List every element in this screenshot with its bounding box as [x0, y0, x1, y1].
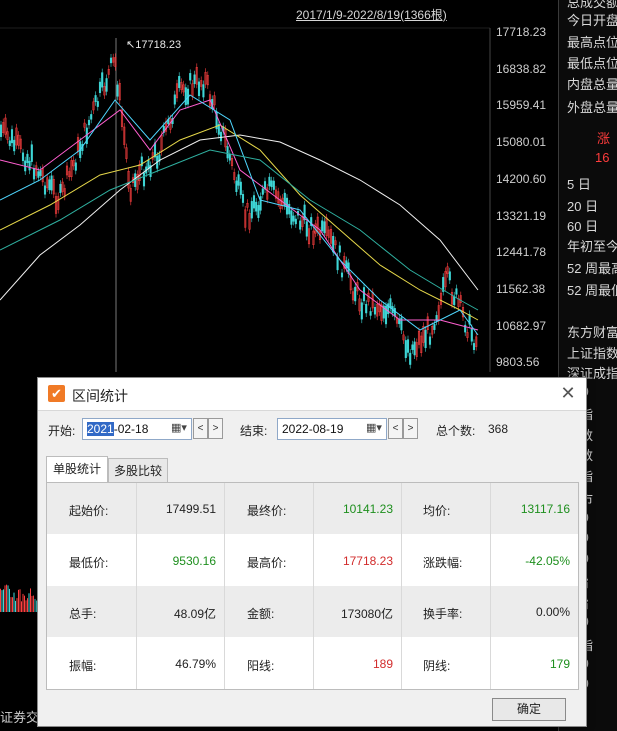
side-panel-item: 最低点位: [567, 56, 617, 71]
end-label: 结束:: [240, 424, 268, 438]
axis-tick-label: 16838.82: [496, 61, 547, 76]
stat-label: 起始价:: [69, 504, 109, 518]
axis-tick-label: 9803.56: [496, 355, 540, 370]
start-date-field[interactable]: 2021-02-18 ▦▾: [82, 418, 192, 440]
dialog-titlebar[interactable]: ✔ 区间统计 ✕: [38, 378, 586, 411]
tab-single-stock[interactable]: 单股统计: [46, 456, 108, 483]
stat-value: 9530.16: [172, 553, 216, 568]
stat-value: 189: [372, 656, 393, 671]
stat-value: 10141.23: [342, 502, 393, 516]
stats-panel: 起始价: 17499.51 最终价: 10141.23 均价: 13117.16 最低价: 9…: [46, 482, 579, 690]
side-panel-item: 内盘总量: [567, 77, 617, 92]
side-panel-item: 52 周最高: [567, 261, 617, 276]
ok-button[interactable]: 确定: [492, 698, 566, 721]
stat-value: 48.09亿: [173, 607, 216, 621]
stat-value: 17499.51: [165, 502, 216, 516]
axis-tick-label: 14200.60: [496, 171, 547, 186]
side-panel-item: 最高点位: [567, 35, 617, 50]
stat-value: 13117.16: [520, 502, 570, 516]
peak-price-label: ↖17718.23: [126, 39, 182, 51]
side-panel-item: 外盘总量: [567, 100, 617, 115]
axis-tick-label: 12441.78: [496, 245, 547, 260]
stat-value: 17718.23: [342, 553, 393, 568]
stat-label: 阳线:: [247, 658, 275, 673]
close-button[interactable]: ✕: [558, 383, 578, 403]
stat-value: 46.79%: [175, 656, 216, 671]
total-count-label: 总个数:: [436, 424, 476, 438]
chart-range-label[interactable]: 2017/1/9-2022/8/19(1366根): [296, 6, 447, 23]
end-next-button[interactable]: >: [403, 418, 418, 439]
stat-value: 0.00%: [535, 605, 570, 619]
dialog-title: 区间统计: [72, 388, 128, 404]
stat-label: 金额:: [247, 607, 275, 621]
stat-label: 最终价:: [247, 504, 287, 518]
axis-tick-label: 11562.38: [496, 281, 546, 296]
stat-label: 最高价:: [247, 555, 287, 570]
axis-tick-label: 15959.41: [496, 98, 547, 113]
stat-value: -42.05%: [525, 553, 570, 568]
side-panel-item: 年初至今: [567, 239, 617, 254]
stat-label: 涨跌幅:: [423, 555, 463, 570]
stat-label: 振幅:: [69, 658, 97, 673]
side-panel-item: 16: [595, 150, 610, 165]
side-panel-item: 今日开盘: [567, 13, 617, 28]
axis-tick-label: 13321.19: [496, 208, 547, 223]
stat-label: 换手率:: [423, 607, 463, 621]
checkmark-icon: ✔: [48, 385, 65, 402]
side-panel-item: 60 日: [567, 219, 599, 234]
calendar-icon[interactable]: ▦▾: [171, 421, 187, 435]
end-prev-button[interactable]: <: [388, 418, 403, 439]
side-panel-item: 20 日: [567, 199, 599, 214]
axis-tick-label: 15080.01: [496, 135, 547, 150]
start-next-button[interactable]: >: [208, 418, 223, 439]
range-stats-dialog: ✔ 区间统计 ✕ 开始: 2021-02-18 ▦▾ < > 结束: 2022-…: [37, 377, 587, 727]
stat-label: 均价:: [423, 504, 451, 518]
side-panel-item: 东方财富: [567, 325, 617, 340]
start-label: 开始:: [48, 424, 76, 438]
stat-value: 173080亿: [340, 607, 393, 621]
side-panel-item: 涨: [597, 131, 611, 146]
side-panel-item: 上证指数: [567, 346, 617, 361]
axis-tick-label: 17718.23: [496, 25, 547, 39]
side-panel-item: 5 日: [567, 177, 591, 192]
end-date-field[interactable]: 2022-08-19 ▦▾: [277, 418, 387, 440]
stat-label: 阴线:: [423, 658, 451, 673]
stat-label: 最低价:: [69, 555, 109, 570]
start-prev-button[interactable]: <: [193, 418, 208, 439]
tab-multi-stock[interactable]: 多股比较: [108, 458, 168, 483]
stat-label: 总手:: [69, 607, 97, 621]
total-count-value: 368: [488, 422, 509, 436]
side-panel-item: 52 周最低: [567, 283, 617, 298]
stat-value: 179: [549, 656, 570, 671]
calendar-icon[interactable]: ▦▾: [366, 421, 382, 435]
axis-tick-label: 10682.97: [496, 318, 547, 333]
